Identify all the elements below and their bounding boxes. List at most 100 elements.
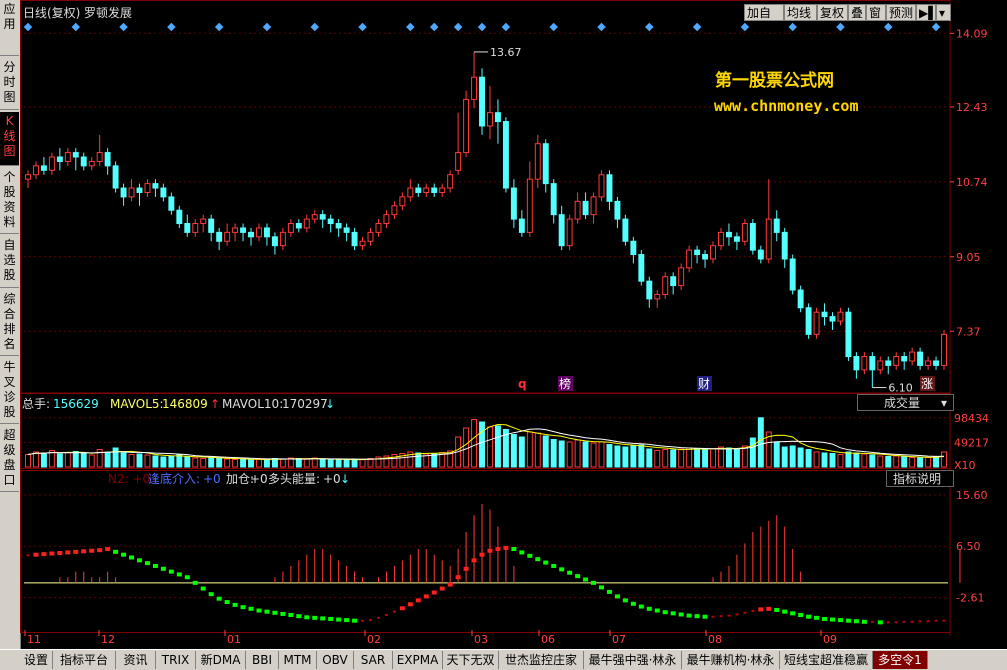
sidebar-tab-3[interactable]: 个股资料 — [0, 168, 19, 234]
signal-diamond — [477, 22, 487, 32]
indicator-point — [591, 580, 597, 585]
volume-bar — [112, 447, 119, 468]
volume-bar — [534, 432, 541, 468]
candle-body — [192, 223, 199, 233]
volume-bar — [725, 447, 732, 468]
toolbar-button-1[interactable]: 均线 — [784, 4, 817, 21]
bottom-tab-5[interactable]: BBI — [246, 651, 279, 669]
indicator-point — [41, 552, 47, 557]
sidebar-tab-2[interactable]: K线图 — [0, 112, 19, 166]
volume-indicator-select[interactable]: 成交量 ▾ — [857, 394, 954, 411]
marker-bang: 榜 — [559, 376, 571, 391]
volume-bar — [877, 455, 884, 468]
volume-bar — [279, 458, 286, 468]
volume-bar — [694, 448, 701, 468]
indicator-point — [479, 552, 485, 557]
candle-body — [48, 156, 55, 171]
candle-body — [232, 227, 239, 233]
candle-body — [893, 356, 900, 366]
indicator-point — [870, 620, 874, 623]
x-tick-label: 06 — [541, 633, 555, 646]
bottom-tab-0[interactable]: 设置 — [20, 651, 53, 669]
sidebar-tab-0[interactable]: 应用 — [0, 0, 19, 56]
indicator-point — [97, 548, 103, 553]
indicator-tab-bar: 设置 指标平台 资讯 TRIX 新DMA BBI MTM OBV SAR EXPMA 天下无双 世杰监… — [0, 649, 1007, 670]
indicator-help-button[interactable]: 指标说明 — [886, 470, 954, 487]
volume-bar — [128, 454, 135, 468]
indicator-line[interactable] — [26, 545, 946, 625]
indicator-point — [751, 610, 755, 613]
kline-chart[interactable]: 14.09 12.43 10.74 9.05 7.37 98434 49217 X10 15… — [20, 0, 1007, 649]
candle-body — [702, 254, 709, 260]
bottom-tab-13[interactable]: 最牛赚机构·林永 — [682, 651, 780, 669]
bottom-tab-15[interactable]: 多空令1 — [873, 651, 928, 669]
bottom-tab-6[interactable]: MTM — [279, 651, 317, 669]
sidebar-tab-7[interactable]: 超级盘口 — [0, 426, 19, 492]
indicator-point — [376, 616, 380, 619]
indicator-point — [256, 608, 262, 613]
toolbar-button-7[interactable]: ▾ — [936, 4, 951, 21]
sidebar-tab-1[interactable]: 分时图 — [0, 58, 19, 110]
indicator-point — [814, 615, 820, 620]
bottom-tab-14[interactable]: 短线宝超准稳赢 — [780, 651, 873, 669]
signal-diamond — [119, 22, 128, 32]
signal-diamond — [262, 22, 272, 32]
toolbar-button-0[interactable]: 加自选 — [744, 4, 784, 37]
indicator-tick-label: 15.60 — [956, 489, 988, 502]
candle-body — [487, 112, 493, 127]
volume-bar — [25, 454, 31, 468]
volume-bar — [463, 427, 470, 468]
bottom-tab-10[interactable]: 天下无双 — [443, 651, 499, 669]
indicator-point — [447, 582, 453, 587]
candle-body — [160, 187, 167, 198]
volume-bar — [566, 441, 573, 468]
indicator-point — [934, 619, 938, 622]
bottom-tab-9[interactable]: EXPMA — [393, 651, 443, 669]
bottom-tab-11[interactable]: 世杰监控庄家 — [499, 651, 584, 669]
indicator-point — [782, 609, 788, 614]
indicator-bars[interactable] — [59, 503, 961, 583]
bottom-tab-12[interactable]: 最牛强中强·林永 — [584, 651, 682, 669]
volume-bar — [184, 456, 191, 468]
toolbar-button-5[interactable]: 预测 — [886, 4, 916, 21]
toolbar-button-3[interactable]: 叠 — [848, 4, 866, 21]
sidebar-tab-char: 超 — [3, 428, 16, 442]
bottom-tab-4[interactable]: 新DMA — [196, 651, 246, 669]
indicator-point — [758, 607, 764, 612]
indicator-point — [431, 590, 437, 595]
indicator-point — [774, 607, 780, 612]
sidebar-tab-char: 口 — [3, 473, 16, 487]
signal-diamond — [406, 22, 415, 32]
indicator-point — [49, 551, 55, 556]
sidebar-tab-5[interactable]: 综合排名 — [0, 290, 19, 356]
candle-body — [678, 267, 685, 287]
bottom-tab-1[interactable]: 指标平台 — [53, 651, 116, 669]
bottom-tab-3[interactable]: TRIX — [156, 651, 196, 669]
volume-bar — [813, 451, 820, 468]
candle-body — [471, 76, 478, 100]
volume-bar — [893, 455, 900, 468]
volume-bar — [718, 446, 724, 468]
sidebar-tab-4[interactable]: 自选股 — [0, 236, 19, 288]
bottom-tab-8[interactable]: SAR — [354, 651, 393, 669]
toolbar-button-4[interactable]: 窗 — [866, 4, 886, 21]
volume-bar — [933, 456, 940, 468]
candle-body — [455, 152, 462, 171]
chevron-down-icon: ▾ — [940, 396, 947, 410]
candle-body — [359, 240, 366, 247]
bottom-tab-2[interactable]: 资讯 — [116, 651, 156, 669]
candle-body — [686, 249, 693, 269]
overlay-labels: 日线(复权) 罗顿发展 第一股票公式网 www.chnmoney.com 13.… — [22, 5, 935, 486]
sidebar-tab-char: 综 — [3, 292, 16, 306]
volume-bar — [240, 459, 247, 468]
candle-body — [479, 76, 485, 127]
bottom-tab-7[interactable]: OBV — [317, 651, 354, 669]
candle-body — [757, 249, 764, 260]
toolbar-button-2[interactable]: 复权 — [817, 4, 848, 21]
indicator-point — [57, 550, 63, 555]
volume-bar — [741, 445, 748, 468]
mavol10-down-icon: ↓ — [325, 397, 335, 411]
sidebar-tab-6[interactable]: 牛叉诊股 — [0, 358, 19, 424]
toolbar-button-6[interactable]: ▶▌ — [916, 4, 937, 21]
volume-bar — [510, 434, 517, 468]
